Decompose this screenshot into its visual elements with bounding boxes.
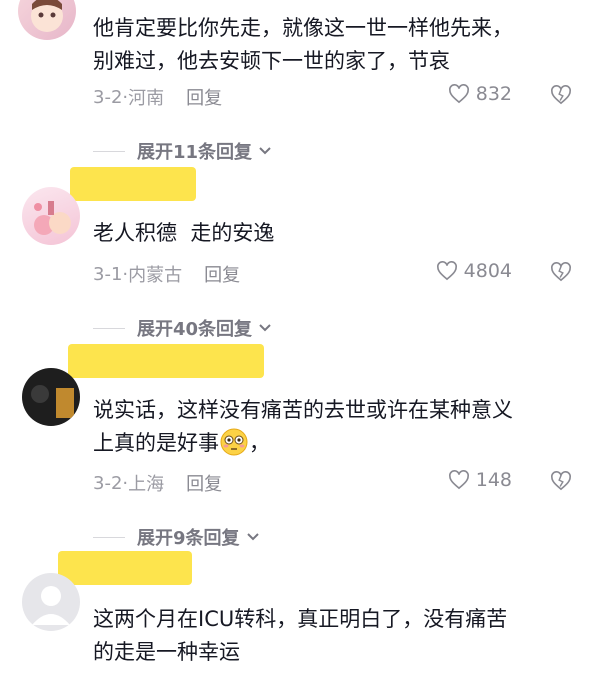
broken-heart-icon [551, 471, 571, 491]
divider [93, 536, 125, 538]
username-redacted [68, 344, 264, 378]
like-count: 148 [475, 469, 512, 491]
like-button[interactable]: 832 [448, 83, 512, 105]
comment-meta: 3-2 · 上海 回复 [93, 470, 222, 496]
comment-location: 上海 [128, 474, 165, 495]
comment-date: 3-2 [93, 86, 123, 108]
comment-item: 他肯定要比你先走，就像这一世一样他先来， 别难过，他去安顿下一世的家了，节哀 3… [0, 0, 600, 180]
expand-replies-label: 展开11条回复 [137, 142, 253, 163]
expand-replies-button[interactable]: 展开40条回复 [93, 315, 272, 341]
expand-replies-label: 展开40条回复 [137, 319, 253, 340]
avatar-illustration-icon [34, 201, 71, 235]
comment-text-body: 说实话，这样没有痛苦的去世或许在某种意义 上真的是好事 [93, 398, 513, 455]
chevron-down-icon [259, 147, 271, 155]
avatar[interactable] [22, 573, 80, 631]
default-avatar-icon [32, 586, 70, 625]
divider [93, 327, 125, 329]
avatar[interactable] [22, 187, 80, 245]
comment-text: 这两个月在ICU转科，真正明白了，没有痛苦 的走是一种幸运 [93, 607, 508, 664]
heart-outline-icon [448, 470, 469, 490]
comment-meta: 3-1 · 内蒙古 回复 [93, 261, 240, 287]
reply-button[interactable]: 回复 [204, 261, 240, 287]
heart-outline-icon [436, 261, 457, 281]
comment-text: 说实话，这样没有痛苦的去世或许在某种意义 上真的是好事， [93, 394, 563, 460]
comment-item: 老人积德 走的安逸 3-1 · 内蒙古 回复 4804 展开40条回复 [0, 165, 600, 350]
divider [93, 150, 125, 152]
comment-date: 3-1 [93, 263, 123, 285]
broken-heart-icon [551, 85, 571, 105]
like-button[interactable]: 4804 [436, 260, 512, 282]
broken-heart-icon [551, 262, 571, 282]
username-redacted [70, 167, 196, 201]
comment-meta: 3-2 · 河南 回复 [93, 84, 222, 110]
emoji-flushed-icon [220, 428, 248, 456]
like-count: 4804 [463, 260, 512, 282]
comment-location: 河南 [128, 88, 165, 109]
like-count: 832 [475, 83, 512, 105]
heart-outline-icon [448, 84, 469, 104]
chevron-down-icon [246, 533, 259, 541]
avatar[interactable] [18, 0, 76, 40]
comment-item: 说实话，这样没有痛苦的去世或许在某种意义 上真的是好事， 3-2 · 上海 回复… [0, 340, 600, 549]
comment-date: 3-2 [93, 472, 123, 494]
comment-item: 这两个月在ICU转科，真正明白了，没有痛苦 的走是一种幸运 [0, 545, 600, 673]
like-button[interactable]: 148 [448, 469, 512, 491]
avatar-illustration-icon [31, 0, 63, 32]
reply-button[interactable]: 回复 [186, 84, 222, 110]
dislike-button[interactable] [550, 85, 572, 109]
comment-location: 内蒙古 [128, 265, 183, 286]
avatar-illustration-icon [31, 385, 74, 418]
comment-text-suffix: ， [249, 431, 270, 455]
username-redacted [58, 551, 192, 585]
avatar[interactable] [22, 368, 80, 426]
dislike-button[interactable] [550, 262, 572, 286]
comment-text: 他肯定要比你先走，就像这一世一样他先来， 别难过，他去安顿下一世的家了，节哀 [93, 16, 513, 73]
chevron-down-icon [259, 324, 271, 332]
comment-text: 老人积德 走的安逸 [93, 221, 275, 245]
expand-replies-button[interactable]: 展开11条回复 [93, 138, 272, 164]
reply-button[interactable]: 回复 [186, 470, 222, 496]
dislike-button[interactable] [550, 471, 572, 495]
